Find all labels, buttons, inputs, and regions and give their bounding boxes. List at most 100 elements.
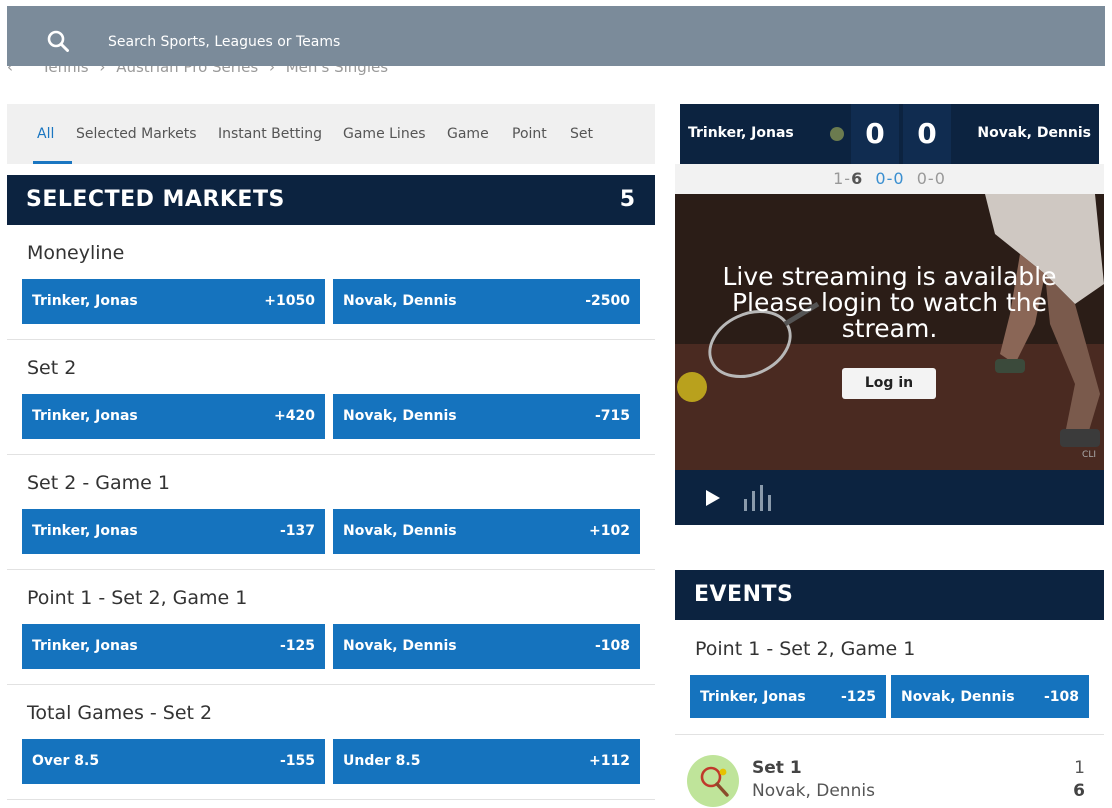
bet-button[interactable]: Over 8.5 -155 <box>22 739 325 784</box>
market-set-2: Set 2 Trinker, Jonas +420 Novak, Dennis … <box>7 340 655 455</box>
bet-button[interactable]: Trinker, Jonas +420 <box>22 394 325 439</box>
bet-button[interactable]: Trinker, Jonas +1050 <box>22 279 325 324</box>
market-set-2-game-1: Set 2 - Game 1 Trinker, Jonas -137 Novak… <box>7 455 655 570</box>
market-point-1: Point 1 - Set 2, Game 1 Trinker, Jonas -… <box>7 570 655 685</box>
tennis-racket-icon <box>687 755 739 807</box>
bet-odds: -125 <box>279 638 315 654</box>
market-moneyline: Moneyline Trinker, Jonas +1050 Novak, De… <box>7 225 655 340</box>
live-stream-panel: Live streaming is available Please login… <box>675 194 1104 470</box>
game-score: 0 <box>916 169 928 188</box>
section-title: EVENTS <box>694 582 794 607</box>
set-score: 6 <box>851 169 864 188</box>
active-tab-indicator <box>33 161 72 164</box>
tab-selected-markets[interactable]: Selected Markets <box>76 126 197 142</box>
bet-odds: -108 <box>594 638 630 654</box>
event-score: 1 <box>1074 758 1085 778</box>
stream-watermark: CLI <box>1082 450 1096 460</box>
tab-set[interactable]: Set <box>570 126 593 142</box>
bet-selection: Trinker, Jonas <box>32 408 138 424</box>
player-name: Trinker, Jonas <box>688 125 794 141</box>
bet-button[interactable]: Novak, Dennis -715 <box>333 394 640 439</box>
breadcrumb-separator: › <box>268 66 275 76</box>
breadcrumb-item[interactable]: Austrian Pro Series <box>116 66 258 76</box>
bet-odds: -2500 <box>585 293 630 309</box>
bet-selection: Trinker, Jonas <box>32 523 138 539</box>
event-feed-item: Set 1 Novak, Dennis 1 6 <box>675 745 1104 808</box>
play-icon[interactable] <box>705 489 721 507</box>
bet-selection: Trinker, Jonas <box>32 293 138 309</box>
bet-odds: +112 <box>589 753 630 769</box>
breadcrumb-item[interactable]: Tennis <box>42 66 89 76</box>
breadcrumb-item[interactable]: Men's Singles <box>286 66 388 76</box>
event-title: Set 1 <box>752 758 802 778</box>
market-title: Point 1 - Set 2, Game 1 <box>27 587 248 609</box>
search-icon[interactable] <box>47 30 69 52</box>
bet-selection: Novak, Dennis <box>901 689 1015 705</box>
player-score: 0 <box>851 104 899 164</box>
chevron-left-icon[interactable]: ‹ <box>7 66 37 76</box>
bet-selection: Trinker, Jonas <box>32 638 138 654</box>
event-subtitle: Novak, Dennis <box>752 781 875 801</box>
tab-game-lines[interactable]: Game Lines <box>343 126 426 142</box>
bet-odds: +1050 <box>264 293 315 309</box>
bet-selection: Under 8.5 <box>343 753 421 769</box>
market-total-games: Total Games - Set 2 Over 8.5 -155 Under … <box>7 685 655 800</box>
player-name: Novak, Dennis <box>977 125 1091 141</box>
selected-markets-header: SELECTED MARKETS 5 <box>7 175 655 225</box>
set-score: 1 <box>833 169 845 188</box>
game-score: 0 <box>934 169 946 188</box>
stream-message-line: Live streaming is available <box>722 262 1057 291</box>
breadcrumb-separator: › <box>99 66 106 76</box>
bet-selection: Novak, Dennis <box>343 408 457 424</box>
event-market: Point 1 - Set 2, Game 1 Trinker, Jonas -… <box>675 620 1104 735</box>
bet-button[interactable]: Novak, Dennis -108 <box>333 624 640 669</box>
stream-message: Live streaming is available Please login… <box>675 264 1104 342</box>
bet-button[interactable]: Novak, Dennis +102 <box>333 509 640 554</box>
set-score: 0 <box>875 169 887 188</box>
set-score: 0 <box>893 169 905 188</box>
tab-game[interactable]: Game <box>447 126 489 142</box>
market-count: 5 <box>619 187 635 212</box>
tab-all[interactable]: All <box>37 126 54 142</box>
bet-button[interactable]: Under 8.5 +112 <box>333 739 640 784</box>
bet-selection: Novak, Dennis <box>343 638 457 654</box>
login-button[interactable]: Log in <box>842 368 936 399</box>
bet-odds: +420 <box>274 408 315 424</box>
bet-odds: -137 <box>279 523 315 539</box>
search-bar[interactable]: Search Sports, Leagues or Teams <box>7 6 1105 66</box>
stats-icon[interactable] <box>743 485 777 511</box>
tab-instant-betting[interactable]: Instant Betting <box>218 126 322 142</box>
bet-selection: Over 8.5 <box>32 753 100 769</box>
events-header: EVENTS <box>675 570 1104 620</box>
serve-indicator-icon <box>830 127 844 141</box>
market-title: Set 2 <box>27 357 77 379</box>
bet-odds: -125 <box>840 689 876 705</box>
event-score: 6 <box>1073 781 1085 801</box>
market-title: Point 1 - Set 2, Game 1 <box>695 638 916 660</box>
bet-odds: -715 <box>594 408 630 424</box>
stream-message-line: Please login to watch the <box>731 288 1048 317</box>
bet-button[interactable]: Novak, Dennis -2500 <box>333 279 640 324</box>
market-title: Total Games - Set 2 <box>27 702 213 724</box>
scoreboard: Trinker, Jonas 0 0 Novak, Dennis <box>680 104 1099 164</box>
market-title: Moneyline <box>27 242 125 264</box>
tab-point[interactable]: Point <box>512 126 547 142</box>
bet-button[interactable]: Trinker, Jonas -125 <box>690 675 886 718</box>
bet-button[interactable]: Trinker, Jonas -137 <box>22 509 325 554</box>
set-scores: 1-6 0-0 0-0 <box>675 164 1104 194</box>
search-input[interactable]: Search Sports, Leagues or Teams <box>108 34 340 50</box>
bet-button[interactable]: Trinker, Jonas -125 <box>22 624 325 669</box>
bet-selection: Novak, Dennis <box>343 523 457 539</box>
bet-button[interactable]: Novak, Dennis -108 <box>891 675 1089 718</box>
player-score: 0 <box>903 104 951 164</box>
bet-selection: Trinker, Jonas <box>700 689 806 705</box>
tennis-ball-image <box>677 372 707 402</box>
bet-odds: -155 <box>279 753 315 769</box>
breadcrumb: ‹ Tennis › Austrian Pro Series › Men's S… <box>7 66 647 84</box>
bet-odds: -108 <box>1043 689 1079 705</box>
section-title: SELECTED MARKETS <box>26 187 285 212</box>
market-tabs: All Selected Markets Instant Betting Gam… <box>7 104 655 164</box>
set-score-separator: - <box>927 169 935 188</box>
stream-message-line: stream. <box>841 314 938 343</box>
market-title: Set 2 - Game 1 <box>27 472 170 494</box>
